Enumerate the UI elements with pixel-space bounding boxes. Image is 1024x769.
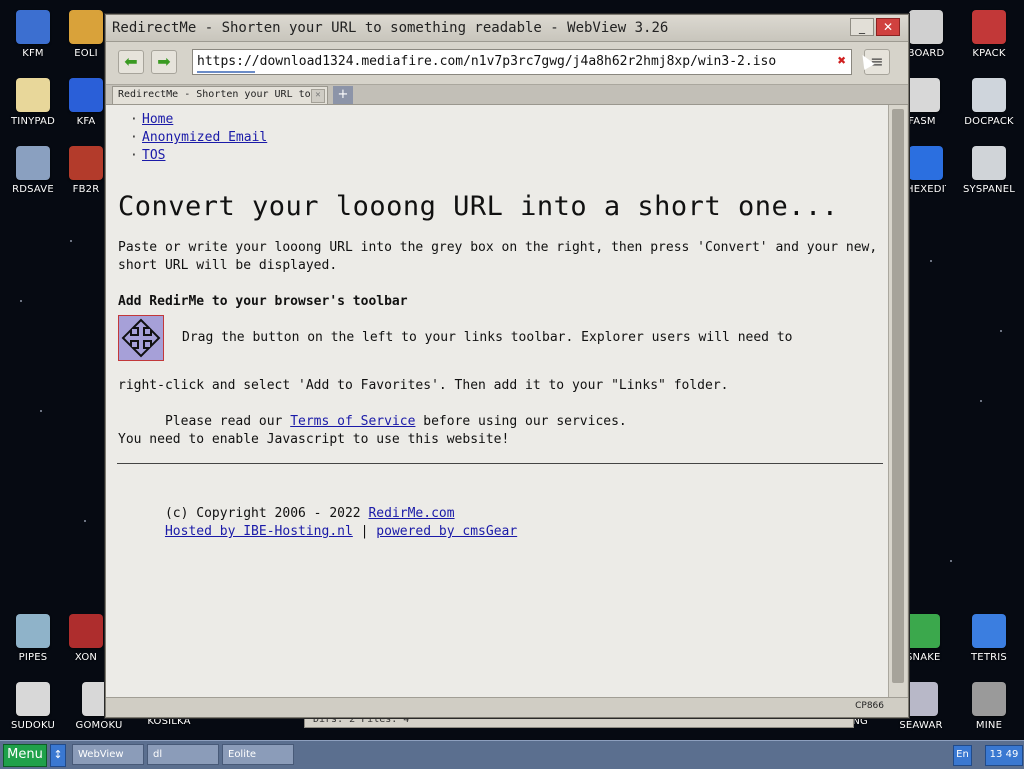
footer-divider [117, 463, 883, 464]
forward-button[interactable]: ➡ [151, 50, 177, 74]
desktop-icon-fasm[interactable]: FASM [906, 78, 940, 127]
toolbar-heading: Add RedirMe to your browser's toolbar [118, 294, 408, 309]
desktop-icon-hexedit[interactable]: HEXEDIT [906, 146, 946, 195]
scrollbar-thumb[interactable] [892, 109, 904, 683]
tos-suffix: before using our services. [415, 414, 627, 429]
hosting-line: Hosted by IBE-Hosting.nl | powered by cm… [118, 505, 878, 559]
javascript-notice: You need to enable Javascript to use thi… [118, 432, 510, 447]
wrench-icon [972, 10, 1006, 44]
close-button[interactable]: ✕ [876, 18, 900, 36]
board-icon [909, 10, 943, 44]
browser-window: RedirectMe - Shorten your URL to somethi… [105, 14, 909, 718]
sudoku-icon [16, 682, 50, 716]
encoding-label[interactable]: CP866 [855, 701, 884, 711]
tab-label: RedirectMe - Shorten your URL to [118, 89, 311, 100]
new-tab-button[interactable]: + [333, 86, 353, 104]
book-icon [69, 146, 103, 180]
nav-item: TOS [130, 147, 267, 165]
desktop-icon-kfa[interactable]: KFA [66, 78, 106, 127]
desktop-icon-xon[interactable]: XON [66, 614, 106, 663]
url-text: https://download1324.mediafire.com/n1v7p… [197, 54, 777, 69]
desktop-icon-eoli[interactable]: EOLI [66, 10, 106, 59]
desktop-icon-tetris[interactable]: TETRIS [956, 614, 1022, 663]
desktop-icon-fb2r[interactable]: FB2R [66, 146, 106, 195]
site-nav: Home Anonymized Email TOS [130, 111, 267, 165]
back-button[interactable]: ⬅ [118, 50, 144, 74]
tab-bar: RedirectMe - Shorten your URL to ✕ + [106, 85, 908, 105]
window-titlebar[interactable]: RedirectMe - Shorten your URL to somethi… [106, 15, 908, 42]
anonymized-email-link[interactable]: Anonymized Email [142, 130, 267, 145]
desktop-icon-tinypad[interactable]: TINYPAD [0, 78, 66, 127]
drag-instructions-continued: right-click and select 'Add to Favorites… [118, 378, 729, 393]
bolt-icon [906, 78, 940, 112]
desktop-icon-docpack[interactable]: DOCPACK [956, 78, 1022, 127]
desktop-icon-pipes[interactable]: PIPES [0, 614, 66, 663]
taskbar-toggle-button[interactable]: ↕ [50, 744, 66, 767]
desktop-icon-board[interactable]: BOARD [906, 10, 946, 59]
page-headline: Convert your looong URL into a short one… [118, 191, 839, 222]
sliders-icon [972, 146, 1006, 180]
nav-item: Anonymized Email [130, 129, 267, 147]
separator-text: | [352, 524, 377, 539]
desktop-icon-rdsave[interactable]: RDSAVE [0, 146, 66, 195]
desktop-icon-syspanel[interactable]: SYSPANEL [956, 146, 1022, 195]
cmsgear-link[interactable]: powered by cmsGear [376, 524, 517, 539]
nav-item: Home [130, 111, 267, 129]
window-title: RedirectMe - Shorten your URL to somethi… [112, 20, 669, 36]
pipes-icon [16, 614, 50, 648]
desktop-icon-mine[interactable]: MINE [956, 682, 1022, 731]
ibe-hosting-link[interactable]: Hosted by IBE-Hosting.nl [165, 524, 353, 539]
desktop-icon-kpack[interactable]: KPACK [956, 10, 1022, 59]
hex-icon [909, 146, 943, 180]
folder-icon [69, 10, 103, 44]
page-content: Home Anonymized Email TOS Convert your l… [106, 105, 888, 697]
intro-text: Paste or write your looong URL into the … [118, 240, 886, 273]
cabinet-icon [972, 78, 1006, 112]
tab-redirectme[interactable]: RedirectMe - Shorten your URL to ✕ [112, 86, 328, 104]
desktop-icon-kfm[interactable]: KFM [0, 10, 66, 59]
language-indicator[interactable]: En [953, 745, 972, 766]
bookmarklet-drag-button[interactable] [118, 315, 164, 361]
snake-icon [906, 614, 940, 648]
drag-instructions: Drag the button on the left to your link… [182, 330, 793, 345]
battleship-icon [904, 682, 938, 716]
status-bar: CP866 [106, 697, 908, 717]
tos-prefix: Please read our [164, 414, 291, 429]
move-arrows-icon [121, 318, 161, 358]
home-link[interactable]: Home [142, 112, 173, 127]
navigation-bar: ⬅ ➡ https://download1324.mediafire.com/n… [106, 42, 908, 85]
tetris-icon [972, 614, 1006, 648]
task-dl[interactable]: dl [147, 744, 219, 765]
clear-url-icon[interactable]: ✖ [838, 53, 846, 69]
vertical-scrollbar[interactable] [888, 105, 907, 697]
xon-icon [69, 614, 103, 648]
tab-close-icon[interactable]: ✕ [311, 89, 325, 103]
desktop-icon-snake[interactable]: SNAKE [906, 614, 940, 663]
start-menu-button[interactable]: Menu [3, 744, 47, 767]
task-eolite[interactable]: Eolite [222, 744, 294, 765]
save-icon [16, 146, 50, 180]
address-bar[interactable]: https://download1324.mediafire.com/n1v7p… [192, 49, 852, 75]
minimize-button[interactable]: _ [850, 18, 874, 36]
terms-of-service-link[interactable]: Terms of Service [290, 414, 415, 429]
floppy-icon [16, 10, 50, 44]
task-webview[interactable]: WebView [72, 744, 144, 765]
chip-icon [69, 78, 103, 112]
system-clock[interactable]: 13 49 [985, 745, 1023, 766]
load-progress-indicator [197, 71, 255, 73]
taskbar: Menu ↕ WebView dl Eolite En 13 49 [0, 740, 1024, 769]
mine-icon [972, 682, 1006, 716]
tos-link[interactable]: TOS [142, 148, 165, 163]
desktop-icon-sudoku[interactable]: SUDOKU [0, 682, 66, 731]
notepad-icon [16, 78, 50, 112]
